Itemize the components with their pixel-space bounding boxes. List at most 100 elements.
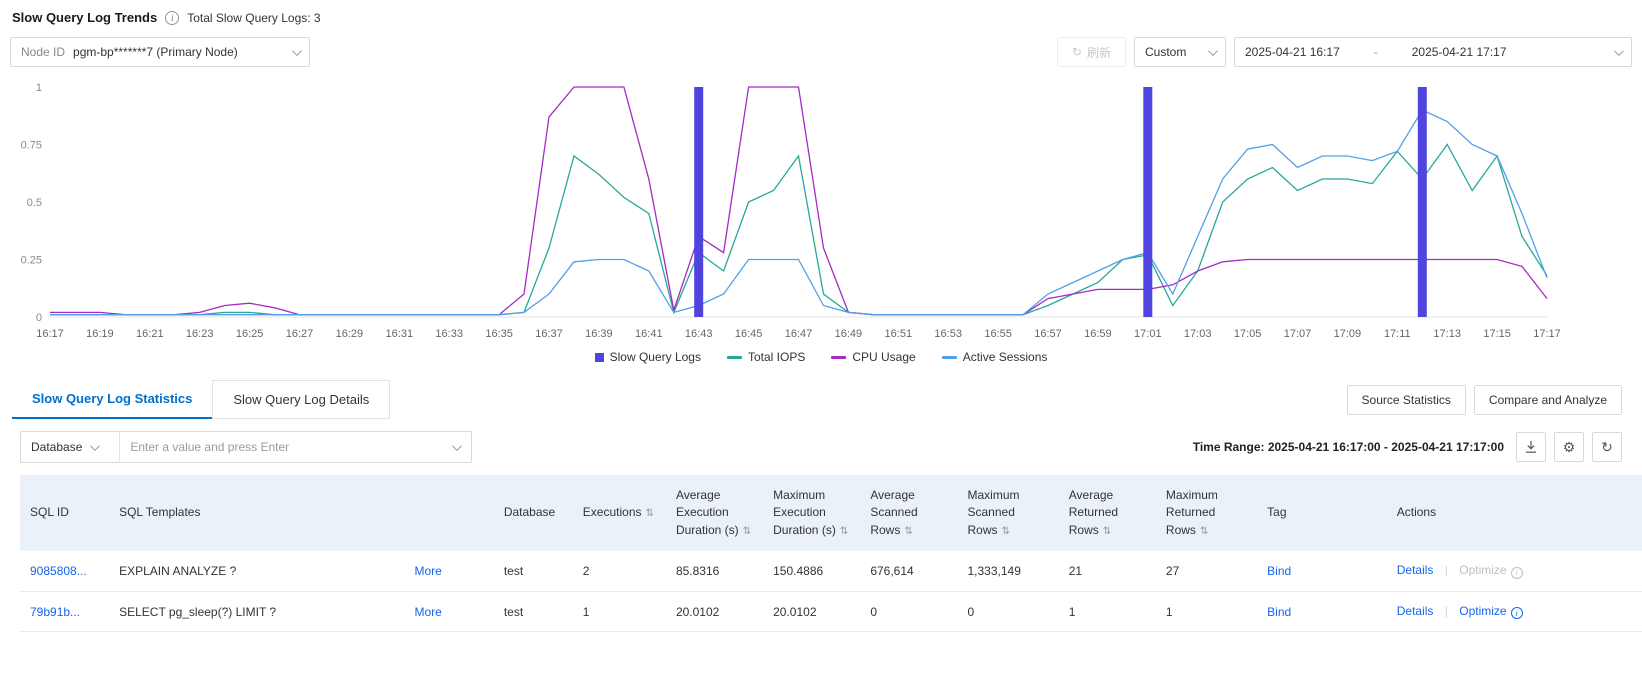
svg-text:16:49: 16:49	[835, 328, 863, 340]
gear-icon: ⚙	[1562, 438, 1576, 455]
action-divider: |	[1444, 563, 1448, 578]
svg-text:16:51: 16:51	[885, 328, 913, 340]
legend-item-active-sessions[interactable]: Active Sessions	[941, 350, 1047, 364]
cell-max-returned-rows: 1	[1165, 604, 1173, 619]
more-link[interactable]: More	[414, 564, 441, 578]
sort-icon[interactable]: ⇅	[646, 508, 654, 519]
total-slow-query-logs: Total Slow Query Logs: 3	[187, 10, 321, 25]
sort-icon[interactable]: ⇅	[904, 526, 912, 537]
node-id-label: Node ID	[21, 45, 66, 59]
info-icon: i	[1510, 566, 1523, 579]
time-range-label: Time Range: 2025-04-21 16:17:00 - 2025-0…	[1192, 440, 1504, 454]
sort-icon[interactable]: ⇅	[1002, 526, 1010, 537]
col-avg-scanned-rows: Average Scanned Rows ⇅	[860, 475, 958, 552]
cell-max-returned-rows: 27	[1165, 564, 1180, 579]
sort-icon[interactable]: ⇅	[1103, 526, 1111, 537]
range-start: 2025-04-21 16:17	[1245, 45, 1340, 59]
svg-text:0: 0	[36, 312, 42, 324]
svg-text:16:47: 16:47	[785, 328, 813, 340]
cell-executions: 2	[582, 564, 590, 579]
col-max-exec-duration: Maximum Execution Duration (s) ⇅	[763, 475, 861, 552]
legend-item-slow-query-logs[interactable]: Slow Query Logs	[594, 350, 701, 364]
chevron-down-icon	[90, 440, 101, 451]
svg-text:16:37: 16:37	[535, 328, 563, 340]
table-header-row: SQL ID SQL Templates Database Executions…	[20, 475, 1642, 552]
svg-text:17:15: 17:15	[1483, 328, 1511, 340]
svg-text:17:01: 17:01	[1134, 328, 1162, 340]
sql-id-link[interactable]: 9085808...	[30, 564, 87, 578]
source-statistics-button[interactable]: Source Statistics	[1346, 385, 1466, 415]
sql-template-text: SELECT pg_sleep(?) LIMIT ?	[119, 604, 277, 619]
sort-icon[interactable]: ⇅	[743, 526, 751, 537]
col-max-returned-rows: Maximum Returned Rows ⇅	[1155, 475, 1258, 552]
slow-query-log-page: Slow Query Log Trends i Total Slow Query…	[0, 0, 1642, 633]
legend-item-cpu-usage[interactable]: CPU Usage	[831, 350, 916, 364]
legend-label: Slow Query Logs	[609, 350, 701, 364]
optimize-link[interactable]: Optimize i	[1459, 604, 1523, 620]
refresh-icon: ↻	[1071, 45, 1082, 59]
cell-executions: 1	[582, 604, 590, 619]
refresh-button[interactable]: ↻ 刷新	[1056, 37, 1126, 67]
info-icon: i	[1510, 607, 1523, 620]
filter-search-input[interactable]	[120, 432, 452, 462]
tab-slow-query-log-statistics[interactable]: Slow Query Log Statistics	[12, 380, 213, 419]
col-executions: Executions ⇅	[572, 475, 666, 552]
svg-text:17:17: 17:17	[1533, 328, 1561, 340]
svg-text:16:27: 16:27	[286, 328, 314, 340]
legend-item-total-iops[interactable]: Total IOPS	[726, 350, 806, 364]
bind-tag-link[interactable]: Bind	[1267, 605, 1291, 619]
legend-label: Total IOPS	[747, 350, 806, 364]
table-row: 79b91b... SELECT pg_sleep(?) LIMIT ? Mor…	[20, 591, 1642, 633]
col-database: Database	[493, 475, 573, 552]
date-range-picker[interactable]: 2025-04-21 16:17 - 2025-04-21 17:17	[1234, 37, 1632, 67]
cell-avg-scanned-rows: 0	[870, 604, 877, 619]
sql-id-link[interactable]: 79b91b...	[30, 605, 80, 619]
cell-max-scanned-rows: 0	[967, 604, 975, 619]
info-icon[interactable]: i	[165, 10, 180, 25]
svg-text:16:35: 16:35	[485, 328, 513, 340]
svg-text:1: 1	[36, 82, 42, 94]
more-link[interactable]: More	[414, 605, 441, 619]
cell-avg-exec-duration: 20.0102	[675, 604, 720, 619]
cell-database: test	[503, 604, 524, 619]
filter-field-select[interactable]: Database	[21, 432, 121, 462]
svg-text:0.75: 0.75	[21, 140, 42, 152]
col-avg-returned-rows: Average Returned Rows ⇅	[1058, 475, 1156, 552]
sort-icon[interactable]: ⇅	[840, 526, 848, 537]
chevron-down-icon	[1613, 45, 1624, 56]
tab-label: Slow Query Log Details	[233, 392, 370, 407]
legend-swatch	[594, 352, 604, 362]
legend-swatch	[726, 355, 742, 359]
svg-text:16:45: 16:45	[735, 328, 763, 340]
svg-text:16:31: 16:31	[386, 328, 414, 340]
svg-text:16:39: 16:39	[585, 328, 613, 340]
sort-icon[interactable]: ⇅	[1200, 526, 1208, 537]
action-divider: |	[1444, 603, 1448, 618]
node-id-select[interactable]: Node ID pgm-bp*******7 (Primary Node)	[10, 37, 310, 67]
svg-text:16:25: 16:25	[236, 328, 264, 340]
col-tag: Tag	[1257, 475, 1387, 552]
svg-text:16:59: 16:59	[1084, 328, 1112, 340]
compare-and-analyze-button[interactable]: Compare and Analyze	[1473, 385, 1622, 415]
range-type-select[interactable]: Custom	[1134, 37, 1226, 67]
refresh-table-button[interactable]: ↻	[1592, 432, 1622, 462]
svg-text:17:07: 17:07	[1284, 328, 1312, 340]
cell-avg-returned-rows: 21	[1068, 564, 1083, 579]
cell-avg-exec-duration: 85.8316	[675, 564, 720, 579]
download-button[interactable]	[1516, 432, 1546, 462]
range-separator: -	[1373, 45, 1378, 59]
svg-text:16:33: 16:33	[435, 328, 463, 340]
chevron-down-icon	[1207, 45, 1218, 56]
refresh-label: 刷新	[1086, 45, 1111, 60]
col-actions: Actions	[1386, 475, 1642, 552]
settings-button[interactable]: ⚙	[1554, 432, 1584, 462]
svg-text:16:19: 16:19	[86, 328, 114, 340]
cell-avg-returned-rows: 1	[1068, 604, 1076, 619]
details-link[interactable]: Details	[1397, 563, 1434, 577]
chart-legend: Slow Query Logs Total IOPS CPU Usage Act…	[10, 346, 1632, 366]
svg-text:16:55: 16:55	[984, 328, 1012, 340]
details-link[interactable]: Details	[1397, 604, 1434, 618]
bind-tag-link[interactable]: Bind	[1267, 564, 1291, 578]
svg-text:16:21: 16:21	[136, 328, 164, 340]
tab-slow-query-log-details[interactable]: Slow Query Log Details	[212, 380, 391, 419]
